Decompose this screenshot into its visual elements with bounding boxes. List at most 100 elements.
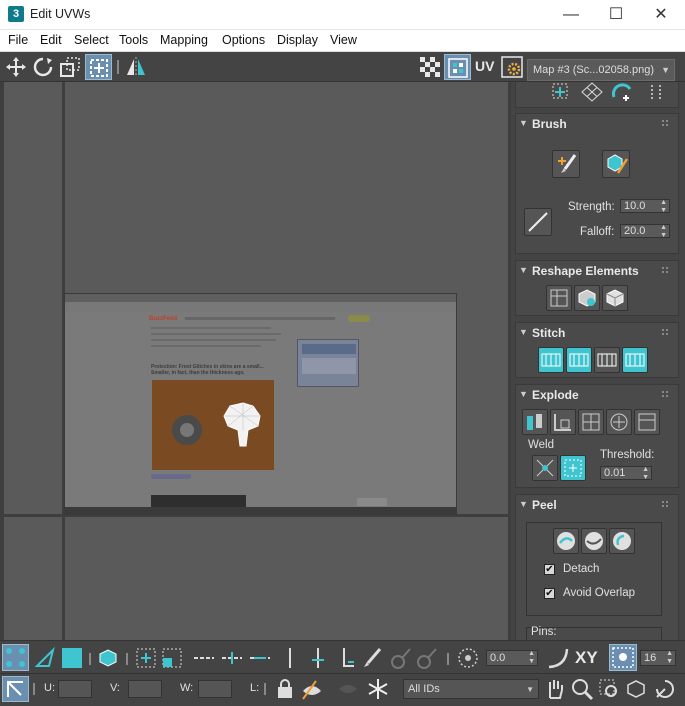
zoom-region-icon[interactable] xyxy=(597,677,621,701)
lock-icon[interactable] xyxy=(273,677,297,701)
absolute-offset-button[interactable] xyxy=(2,676,29,702)
checker-pattern-icon[interactable] xyxy=(418,55,442,79)
spinner-arrows-icon[interactable]: ▲ ▼ xyxy=(528,650,535,666)
maximize-button[interactable]: ☐ xyxy=(593,0,639,30)
pan-hand-icon[interactable] xyxy=(543,677,567,701)
drag-grip-icon[interactable] xyxy=(662,329,668,335)
relax-until-flat-button[interactable] xyxy=(574,285,600,311)
menu-view[interactable]: View xyxy=(330,33,357,47)
spinner-arrows-icon[interactable]: ▲ ▼ xyxy=(660,224,667,240)
xy-space-toggle[interactable]: XY xyxy=(575,648,598,668)
stitch-custom-button[interactable] xyxy=(538,347,564,373)
quick-peel-button[interactable] xyxy=(553,528,579,554)
paint-relax-button[interactable] xyxy=(602,150,630,178)
move-icon[interactable] xyxy=(4,55,28,79)
rollout-reshape-title[interactable]: Reshape Elements xyxy=(532,264,639,278)
menu-mapping[interactable]: Mapping xyxy=(160,33,208,47)
drag-grip-icon[interactable] xyxy=(662,501,668,507)
reset-peel-button[interactable] xyxy=(609,528,635,554)
rollout-stitch-title[interactable]: Stitch xyxy=(532,326,565,340)
grid-size-spinner[interactable]: 16 ▲ ▼ xyxy=(640,650,676,666)
spinner-arrows-icon[interactable]: ▲ ▼ xyxy=(666,650,673,666)
explode-checker-button[interactable] xyxy=(606,409,632,435)
paint-shrink-icon[interactable] xyxy=(414,646,438,670)
rollout-brush-title[interactable]: Brush xyxy=(532,117,567,131)
stitch-average-button[interactable] xyxy=(594,347,620,373)
polygon-mode-icon[interactable] xyxy=(60,646,84,670)
peel-mode-button[interactable] xyxy=(581,528,607,554)
rollout-peel-title[interactable]: Peel xyxy=(532,498,557,512)
explode-flatten-button[interactable] xyxy=(634,409,660,435)
settings-icon[interactable] xyxy=(500,55,524,79)
vertex-mode-button[interactable] xyxy=(2,644,29,671)
collapse-triangle-icon[interactable]: ▼ xyxy=(519,327,528,337)
u-input[interactable] xyxy=(58,680,92,698)
detach-checkbox[interactable]: ✔ xyxy=(544,564,555,575)
explode-by-material-button[interactable] xyxy=(578,409,604,435)
rectangle-element-button[interactable] xyxy=(602,285,628,311)
edge-mode-icon[interactable] xyxy=(33,646,57,670)
strength-spinner[interactable]: 10.0 ▲ ▼ xyxy=(620,199,670,215)
freeform-mode-button[interactable] xyxy=(85,54,112,80)
grid-select-icon[interactable] xyxy=(580,82,604,103)
avoid-overlap-checkbox[interactable]: ✔ xyxy=(544,588,555,599)
stitch-to-source-button[interactable] xyxy=(566,347,592,373)
drag-grip-icon[interactable] xyxy=(662,391,668,397)
paint-move-button[interactable] xyxy=(552,150,580,178)
grow-selection-icon[interactable] xyxy=(134,646,158,670)
menu-display[interactable]: Display xyxy=(277,33,318,47)
select-element-icon[interactable] xyxy=(550,82,574,103)
falloff-spinner[interactable]: 20.0 ▲ ▼ xyxy=(620,224,670,240)
element-mode-icon[interactable] xyxy=(96,646,120,670)
grow-loop-icon[interactable] xyxy=(220,646,244,670)
minimize-button[interactable]: — xyxy=(548,0,594,30)
soft-selection-icon[interactable] xyxy=(456,646,480,670)
shrink-selection-icon[interactable] xyxy=(160,646,184,670)
drag-grip-icon[interactable] xyxy=(662,267,668,273)
edge-ring-icon[interactable] xyxy=(278,646,302,670)
zoom-icon[interactable] xyxy=(570,677,594,701)
show-map-button[interactable] xyxy=(444,54,471,80)
shrink-loop-icon[interactable] xyxy=(248,646,272,670)
map-select-dropdown[interactable]: Map #3 (Sc...02058.png) ▼ xyxy=(527,59,675,81)
ring-select-icon[interactable] xyxy=(646,82,666,103)
straighten-selection-button[interactable] xyxy=(546,285,572,311)
uv-viewport[interactable]: BuzzFeed Protection: Frost Glitches in s… xyxy=(0,82,511,640)
collapse-triangle-icon[interactable]: ▼ xyxy=(519,265,528,275)
spinner-arrows-icon[interactable]: ▲ ▼ xyxy=(642,466,649,482)
rotate-icon[interactable] xyxy=(31,55,55,79)
zoom-selected-icon[interactable] xyxy=(653,677,677,701)
threshold-spinner[interactable]: 0.01 ▲ ▼ xyxy=(600,466,652,482)
menu-select[interactable]: Select xyxy=(74,33,109,47)
collapse-triangle-icon[interactable]: ▼ xyxy=(519,389,528,399)
menu-options[interactable]: Options xyxy=(222,33,265,47)
grow-ring-icon[interactable] xyxy=(306,646,330,670)
hide-icon[interactable] xyxy=(300,677,324,701)
w-input[interactable] xyxy=(198,680,232,698)
explode-by-smoothing-button[interactable] xyxy=(550,409,576,435)
paint-grow-icon[interactable] xyxy=(388,646,412,670)
spinner-arrows-icon[interactable]: ▲ ▼ xyxy=(660,199,667,215)
edge-loop-icon[interactable] xyxy=(192,646,216,670)
uv-mesh-island[interactable] xyxy=(218,398,268,453)
paint-select-icon[interactable] xyxy=(360,646,384,670)
pixel-snap-button[interactable] xyxy=(609,644,637,671)
menu-tools[interactable]: Tools xyxy=(119,33,148,47)
zoom-extents-icon[interactable] xyxy=(624,677,648,701)
menu-edit[interactable]: Edit xyxy=(40,33,62,47)
stitch-to-target-button[interactable] xyxy=(622,347,648,373)
close-button[interactable]: ✕ xyxy=(638,0,684,30)
rollout-explode-title[interactable]: Explode xyxy=(532,388,579,402)
falloff-curve-icon[interactable] xyxy=(546,646,570,670)
material-id-dropdown[interactable]: All IDs ▼ xyxy=(403,679,539,699)
freeze-icon[interactable] xyxy=(366,677,390,701)
menu-file[interactable]: File xyxy=(8,33,28,47)
brush-falloff-button[interactable] xyxy=(524,208,552,236)
explode-by-polygon-button[interactable] xyxy=(522,409,548,435)
weld-target-button[interactable] xyxy=(532,455,558,481)
collapse-triangle-icon[interactable]: ▼ xyxy=(519,118,528,128)
collapse-triangle-icon[interactable]: ▼ xyxy=(519,499,528,509)
weld-selected-button[interactable] xyxy=(560,455,586,481)
falloff-distance-spinner[interactable]: 0.0 ▲ ▼ xyxy=(486,650,538,666)
scale-icon[interactable] xyxy=(58,55,82,79)
